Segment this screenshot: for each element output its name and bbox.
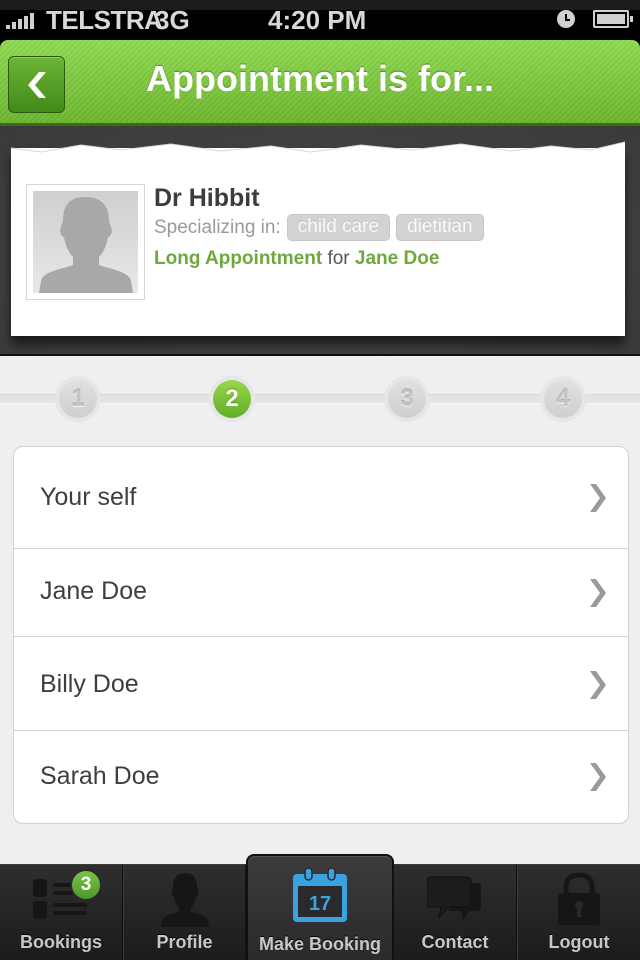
header-area: Dr Hibbit Specializing in: child care di…	[0, 126, 640, 356]
doctor-avatar	[26, 184, 145, 300]
list-item-label: Sarah Doe	[40, 762, 160, 790]
padlock-icon	[558, 872, 600, 925]
specialty-tag: dietitian	[396, 214, 484, 241]
doctor-card: Dr Hibbit Specializing in: child care di…	[11, 141, 625, 336]
step-2-current: 2	[209, 376, 255, 422]
calendar-icon: 17	[293, 867, 347, 922]
bookings-count-badge: 3	[70, 869, 102, 901]
list-item-jane-doe[interactable]: Jane Doe	[14, 549, 628, 637]
page-title: Appointment is for...	[146, 58, 494, 99]
appointment-type: Long Appointment	[154, 248, 323, 269]
list-item-label: Billy Doe	[40, 670, 139, 698]
chevron-right-icon	[590, 484, 606, 512]
specializing-label: Specializing in:	[154, 216, 281, 238]
chevron-right-icon	[590, 579, 606, 607]
status-bar: TELSTRA 3G 4:20 PM	[0, 0, 640, 40]
for-text: for	[327, 248, 350, 269]
doctor-name: Dr Hibbit	[154, 184, 260, 212]
tab-contact[interactable]: Contact	[394, 865, 517, 960]
carrier-name: TELSTRA	[46, 5, 163, 35]
signal-icon	[6, 13, 34, 29]
person-list: Your self Jane Doe Billy Doe Sarah Doe	[13, 446, 629, 824]
torn-paper-edge	[11, 141, 625, 160]
specialty-tag: child care	[286, 214, 391, 241]
nav-bar: Appointment is for...	[0, 40, 640, 126]
step-3: 3	[384, 376, 430, 422]
chat-bubbles-icon	[427, 876, 481, 921]
person-placeholder-icon	[39, 197, 133, 293]
list-item-billy-doe[interactable]: Billy Doe	[14, 637, 628, 731]
list-item-your-self[interactable]: Your self	[14, 447, 628, 549]
tab-label: Make Booking	[258, 934, 382, 954]
appointment-summary: Long Appointment for Jane Doe	[154, 248, 439, 270]
chevron-right-icon	[590, 671, 606, 699]
tab-bar: 3 Bookings Profile 17 Make Booking Conta…	[0, 854, 640, 960]
tab-label: Logout	[548, 932, 610, 952]
tab-bookings[interactable]: 3 Bookings	[0, 865, 123, 960]
tab-label: Bookings	[19, 932, 102, 952]
tab-label: Profile	[156, 932, 213, 952]
tab-profile[interactable]: Profile	[124, 865, 246, 960]
step-4: 4	[540, 376, 586, 422]
list-item-sarah-doe[interactable]: Sarah Doe	[14, 731, 628, 823]
tab-logout[interactable]: Logout	[518, 865, 640, 960]
list-item-label: Jane Doe	[40, 577, 148, 605]
specialties-row: Specializing in: child care dietitian	[154, 214, 484, 241]
content-area: 1 2 3 4 Your self Jane Doe Billy Doe Sar…	[0, 356, 640, 864]
calendar-day: 17	[309, 893, 331, 915]
appointment-patient: Jane Doe	[354, 248, 440, 269]
network-type: 3G	[155, 5, 190, 35]
chevron-right-icon	[590, 763, 606, 791]
battery-icon	[593, 10, 633, 28]
tab-make-booking[interactable]: 17 Make Booking	[246, 854, 394, 960]
person-icon	[160, 873, 209, 927]
status-time: 4:20 PM	[268, 5, 367, 35]
tab-label: Contact	[421, 932, 489, 952]
progress-stepper: 1 2 3 4	[0, 376, 640, 422]
alarm-clock-icon	[557, 10, 575, 28]
step-1: 1	[55, 376, 101, 422]
list-item-label: Your self	[40, 483, 137, 511]
